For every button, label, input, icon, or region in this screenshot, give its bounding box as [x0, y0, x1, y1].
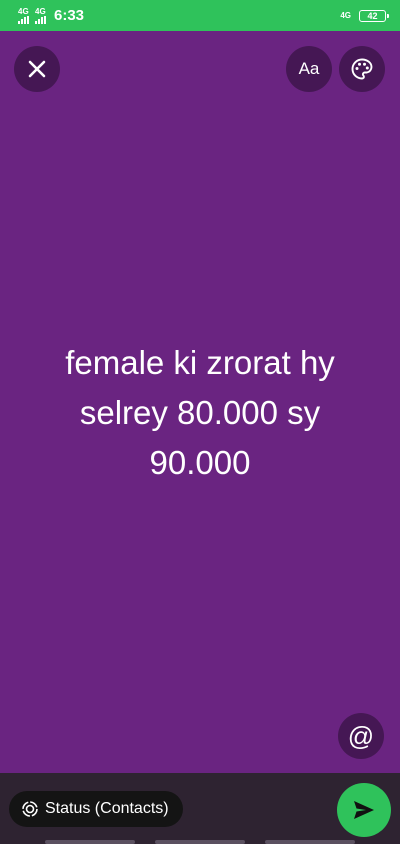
- background-color-button[interactable]: [339, 46, 385, 92]
- status-audience-icon: [22, 801, 38, 817]
- at-icon: @: [347, 721, 375, 751]
- status-text-line: selrey 80.000 sy: [79, 394, 321, 431]
- status-audience-button[interactable]: Status (Contacts): [9, 791, 183, 827]
- bottom-bar: Status (Contacts): [0, 773, 400, 844]
- battery-icon: 42: [359, 9, 389, 22]
- mention-button[interactable]: @: [338, 713, 384, 759]
- status-bar-right: 4G 42: [340, 9, 389, 22]
- status-text-line: 90.000: [149, 444, 251, 481]
- send-icon: [354, 801, 374, 819]
- status-bar-left: 4G 4G 6:33: [18, 7, 84, 24]
- close-icon: [28, 60, 46, 78]
- nav-hint-bar: [45, 840, 135, 844]
- data-network-icon: 4G: [340, 11, 351, 20]
- status-bar: 4G 4G 6:33 4G 42: [0, 0, 400, 31]
- sim2-signal-icon: 4G: [35, 6, 46, 24]
- sim1-signal-icon: 4G: [18, 6, 29, 24]
- nav-hint-bar: [265, 840, 355, 844]
- text-style-icon: Aa: [298, 59, 320, 78]
- sim2-network-type: 4G: [35, 6, 46, 16]
- status-text[interactable]: female ki zrorat hy selrey 80.000 sy 90.…: [20, 338, 380, 488]
- sim1-network-type: 4G: [18, 6, 29, 16]
- status-text-line: female ki zrorat hy: [65, 344, 335, 381]
- battery-level: 42: [367, 10, 378, 21]
- close-button[interactable]: [14, 46, 60, 92]
- clock: 6:33: [54, 7, 85, 24]
- text-style-button[interactable]: Aa: [286, 46, 332, 92]
- status-audience-label: Status (Contacts): [45, 800, 169, 817]
- palette-icon: [351, 58, 373, 80]
- nav-hint-bar: [155, 840, 245, 844]
- send-button[interactable]: [337, 783, 391, 837]
